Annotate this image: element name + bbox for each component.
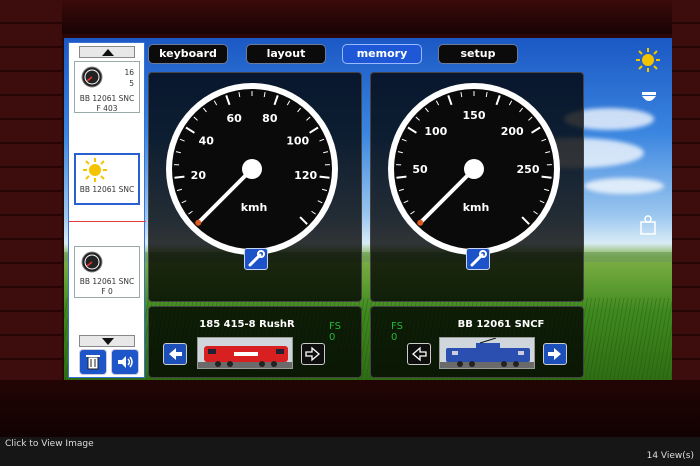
arrow-right-icon	[305, 346, 320, 362]
loco-name: BB 12061 SNC	[79, 94, 135, 103]
gauge-tick-label: 150	[463, 109, 486, 122]
gauge-needle-tip	[417, 219, 424, 226]
fs-label-right: FS	[391, 321, 403, 332]
gauge-needle-tip	[195, 219, 202, 226]
status-bar: Click to View Image 14 View(s)	[0, 437, 700, 466]
arrow-up-icon	[102, 49, 114, 56]
sun-icon[interactable]	[634, 46, 662, 74]
delete-button[interactable]	[79, 349, 107, 375]
gauge-tick-label: 50	[412, 163, 428, 176]
next-loco-button-left[interactable]	[301, 343, 325, 365]
gauge-tick-label: 20	[191, 169, 207, 182]
loco-panel-right: BB 12061 SNCF FS 0	[370, 306, 584, 378]
loco-list-item-selected[interactable]: BB 12061 SNC	[74, 153, 140, 205]
gauge-tick-label: 40	[199, 134, 215, 147]
loco-image-right[interactable]	[439, 337, 535, 369]
gauge-hub	[464, 159, 484, 179]
prev-loco-button-left[interactable]	[163, 343, 187, 365]
loco-name: BB 12061 SNC	[79, 277, 135, 286]
frame-left	[0, 0, 62, 437]
wrench-icon	[248, 250, 265, 267]
loco-number-top: 16	[124, 68, 134, 77]
arrow-left-icon	[412, 346, 427, 362]
loco-number-bottom: 5	[129, 79, 134, 88]
trash-icon	[86, 355, 100, 370]
arrow-right-icon	[548, 348, 561, 360]
fs-value-right: 0	[391, 332, 398, 343]
tab-memory[interactable]: memory	[342, 44, 422, 64]
frame-bottom	[0, 380, 700, 437]
loco-panel-left: 185 415-8 RushR FS 0	[148, 306, 362, 378]
view-count: 14 View(s)	[646, 451, 694, 461]
speedometer-icon	[81, 66, 103, 88]
throttle-panel-right: 50 100 150 200 250 kmh	[370, 72, 584, 302]
loco-name-right: BB 12061 SNCF	[457, 319, 545, 330]
loco-name-left: 185 415-8 RushR	[199, 319, 295, 330]
tab-layout[interactable]: layout	[246, 44, 326, 64]
locomotive-icon	[440, 338, 534, 368]
loco-function: F 403	[96, 104, 118, 113]
loco-list-item[interactable]: BB 12061 SNC F 0	[74, 246, 140, 298]
divider-line	[69, 221, 146, 222]
frame-top	[0, 0, 700, 34]
gauge-tick-label: 100	[286, 134, 309, 147]
view-image-link[interactable]: Click to View Image	[5, 439, 94, 449]
arrow-left-icon	[169, 348, 182, 360]
gauge-unit: kmh	[241, 201, 268, 214]
fs-value-left: 0	[329, 332, 336, 343]
loco-name: BB 12061 SNC	[79, 185, 135, 194]
gauge-tick-label: 250	[517, 163, 540, 176]
settings-button-left[interactable]	[244, 248, 268, 270]
next-loco-button-right[interactable]	[543, 343, 567, 365]
gauge-tick-label: 80	[262, 112, 278, 125]
gauge-tick-label: 60	[227, 112, 243, 125]
gauge-tick-label: 100	[424, 125, 447, 138]
photo: 16 5 BB 12061 SNC F 403 BB 12061 SNC BB …	[0, 0, 700, 437]
gauge-tick-label: 120	[294, 169, 317, 182]
loco-list-sidebar: 16 5 BB 12061 SNC F 403 BB 12061 SNC BB …	[68, 42, 146, 378]
speedometer-icon	[81, 251, 103, 273]
gauge-hub	[242, 159, 262, 179]
gauge-tick	[319, 175, 330, 179]
gauge-unit: kmh	[463, 201, 490, 214]
dome-light-icon[interactable]	[638, 90, 660, 106]
gauge-tick	[396, 175, 407, 179]
gauge-tick	[174, 175, 185, 179]
scroll-up-button[interactable]	[79, 46, 135, 58]
gauge-tick-label: 200	[501, 125, 524, 138]
sun-icon	[83, 158, 107, 182]
sound-button[interactable]	[111, 349, 139, 375]
loco-function: F 0	[101, 287, 113, 296]
arrow-down-icon	[102, 338, 114, 345]
throttle-panel-left: 20 40 60 80 100 120 kmh	[148, 72, 362, 302]
locomotive-icon	[198, 346, 292, 368]
fs-label-left: FS	[329, 321, 341, 332]
settings-button-right[interactable]	[466, 248, 490, 270]
tab-keyboard[interactable]: keyboard	[148, 44, 228, 64]
scroll-down-button[interactable]	[79, 335, 135, 347]
loco-list-item[interactable]: 16 5 BB 12061 SNC F 403	[74, 61, 140, 113]
speedometer-gauge-left[interactable]: 20 40 60 80 100 120 kmh	[162, 79, 342, 259]
gauge-tick	[541, 175, 552, 179]
touch-screen: 16 5 BB 12061 SNC F 403 BB 12061 SNC BB …	[64, 38, 672, 380]
loco-image-left[interactable]	[197, 337, 293, 369]
cloud	[584, 178, 664, 194]
tab-setup[interactable]: setup	[438, 44, 518, 64]
speaker-icon	[118, 356, 133, 368]
frame-right	[672, 0, 700, 437]
wrench-icon	[470, 250, 487, 267]
weight-icon[interactable]	[638, 214, 658, 236]
speedometer-gauge-right[interactable]: 50 100 150 200 250 kmh	[384, 79, 564, 259]
prev-loco-button-right[interactable]	[407, 343, 431, 365]
